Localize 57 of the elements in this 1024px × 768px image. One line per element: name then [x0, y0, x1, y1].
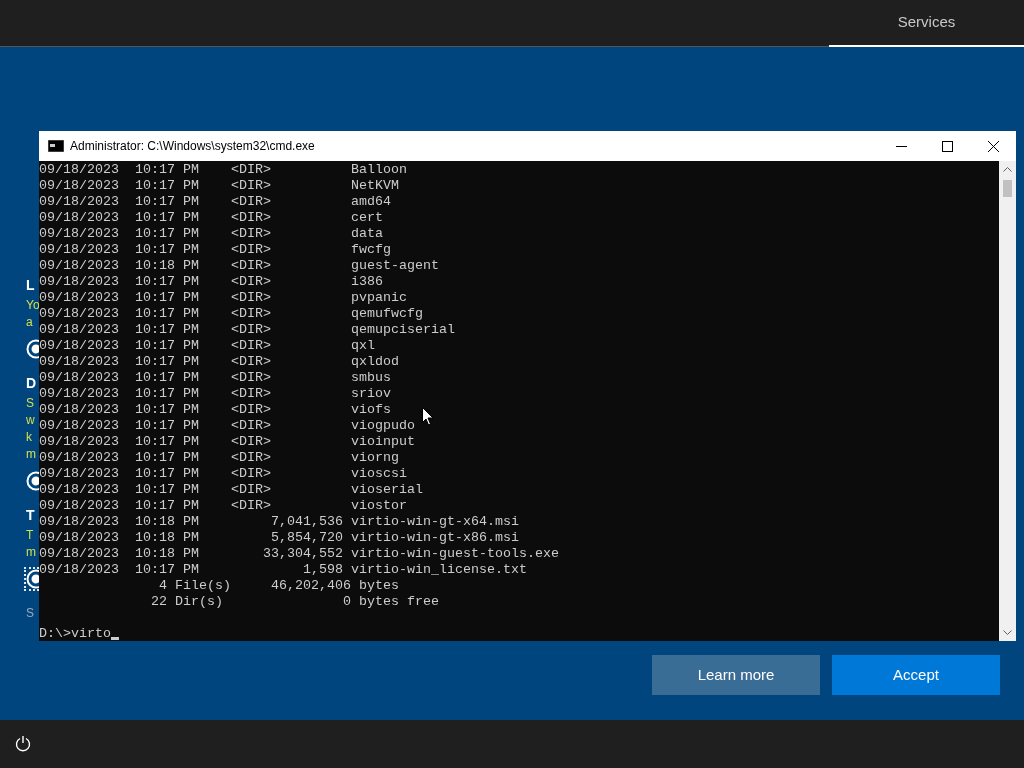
section-heading: D	[26, 375, 38, 393]
console-line: 09/18/2023 10:17 PM <DIR> qxl	[39, 338, 375, 354]
console-line: 09/18/2023 10:17 PM <DIR> vioscsi	[39, 466, 407, 482]
console-line: 09/18/2023 10:17 PM <DIR> qemufwcfg	[39, 306, 423, 322]
section-heading: L	[26, 277, 36, 295]
section-text: k	[26, 429, 33, 446]
close-icon	[987, 140, 999, 152]
console-line: 09/18/2023 10:17 PM <DIR> qemupciserial	[39, 322, 455, 338]
command-prompt[interactable]: D:\>virto	[39, 626, 111, 642]
scrollbar[interactable]	[999, 161, 1016, 641]
console-line: 09/18/2023 10:17 PM <DIR> amd64	[39, 194, 391, 210]
console-line: 09/18/2023 10:17 PM <DIR> fwcfg	[39, 242, 391, 258]
console-line: 09/18/2023 10:17 PM <DIR> smbus	[39, 370, 391, 386]
console-line: 09/18/2023 10:17 PM <DIR> cert	[39, 210, 383, 226]
console-line: 4 File(s) 46,202,406 bytes	[157, 578, 399, 594]
radio-button[interactable]	[24, 469, 39, 493]
action-button[interactable]: Learn more	[652, 655, 820, 695]
console-line: 22 Dir(s) 0 bytes free	[149, 594, 439, 610]
console-line: 09/18/2023 10:17 PM 1,598 virtio-win_license.txt	[39, 562, 527, 578]
section-text: m	[26, 446, 37, 463]
section-text: T	[26, 527, 35, 544]
console-line: 09/18/2023 10:17 PM <DIR> data	[39, 226, 383, 242]
console-line: 09/18/2023 10:17 PM <DIR> i386	[39, 274, 383, 290]
section-text: S	[26, 605, 35, 622]
maximize-icon	[941, 140, 953, 152]
action-button[interactable]: Accept	[832, 655, 1000, 695]
console-line: 09/18/2023 10:17 PM <DIR> vioinput	[39, 434, 415, 450]
radio-button[interactable]	[24, 337, 39, 361]
tab[interactable]: Services	[829, 0, 1024, 47]
console-line: 09/18/2023 10:17 PM <DIR> vioserial	[39, 482, 423, 498]
section-text: m	[26, 544, 37, 561]
window-title: Administrator: C:\Windows\system32\cmd.exe	[70, 138, 316, 155]
section-text: S	[26, 395, 35, 412]
console-line: 09/18/2023 10:18 PM 5,854,720 virtio-win-gt-x86.msi	[39, 530, 519, 546]
power-icon[interactable]	[14, 735, 32, 753]
console-line: 09/18/2023 10:17 PM <DIR> viogpudo	[39, 418, 415, 434]
section-text: a	[26, 314, 34, 331]
text-cursor	[111, 637, 119, 640]
console-line: 09/18/2023 10:18 PM 33,304,552 virtio-win-guest-tools.exe	[39, 546, 559, 562]
mouse-cursor-icon	[422, 407, 434, 426]
console-icon	[48, 140, 64, 152]
console-line: 09/18/2023 10:17 PM <DIR> Balloon	[39, 162, 407, 178]
console-line: 09/18/2023 10:17 PM <DIR> pvpanic	[39, 290, 407, 306]
console-line: 09/18/2023 10:17 PM <DIR> viorng	[39, 450, 399, 466]
section-text: Yo	[26, 298, 40, 312]
console-line: 09/18/2023 10:17 PM <DIR> viostor	[39, 498, 407, 514]
scroll-thumb[interactable]	[1003, 180, 1012, 197]
console-line: 09/18/2023 10:17 PM <DIR> NetKVM	[39, 178, 399, 194]
scroll-down-icon[interactable]	[1003, 630, 1012, 635]
console-line: 09/18/2023 10:17 PM <DIR> qxldod	[39, 354, 399, 370]
console-line: 09/18/2023 10:17 PM <DIR> sriov	[39, 386, 391, 402]
section-text: w	[26, 412, 36, 429]
scroll-up-icon[interactable]	[1003, 167, 1012, 172]
section-heading: T	[26, 507, 36, 525]
console-line: 09/18/2023 10:18 PM 7,041,536 virtio-win-gt-x64.msi	[39, 514, 519, 530]
console-line: 09/18/2023 10:18 PM <DIR> guest-agent	[39, 258, 439, 274]
console-line: 09/18/2023 10:17 PM <DIR> viofs	[39, 402, 391, 418]
